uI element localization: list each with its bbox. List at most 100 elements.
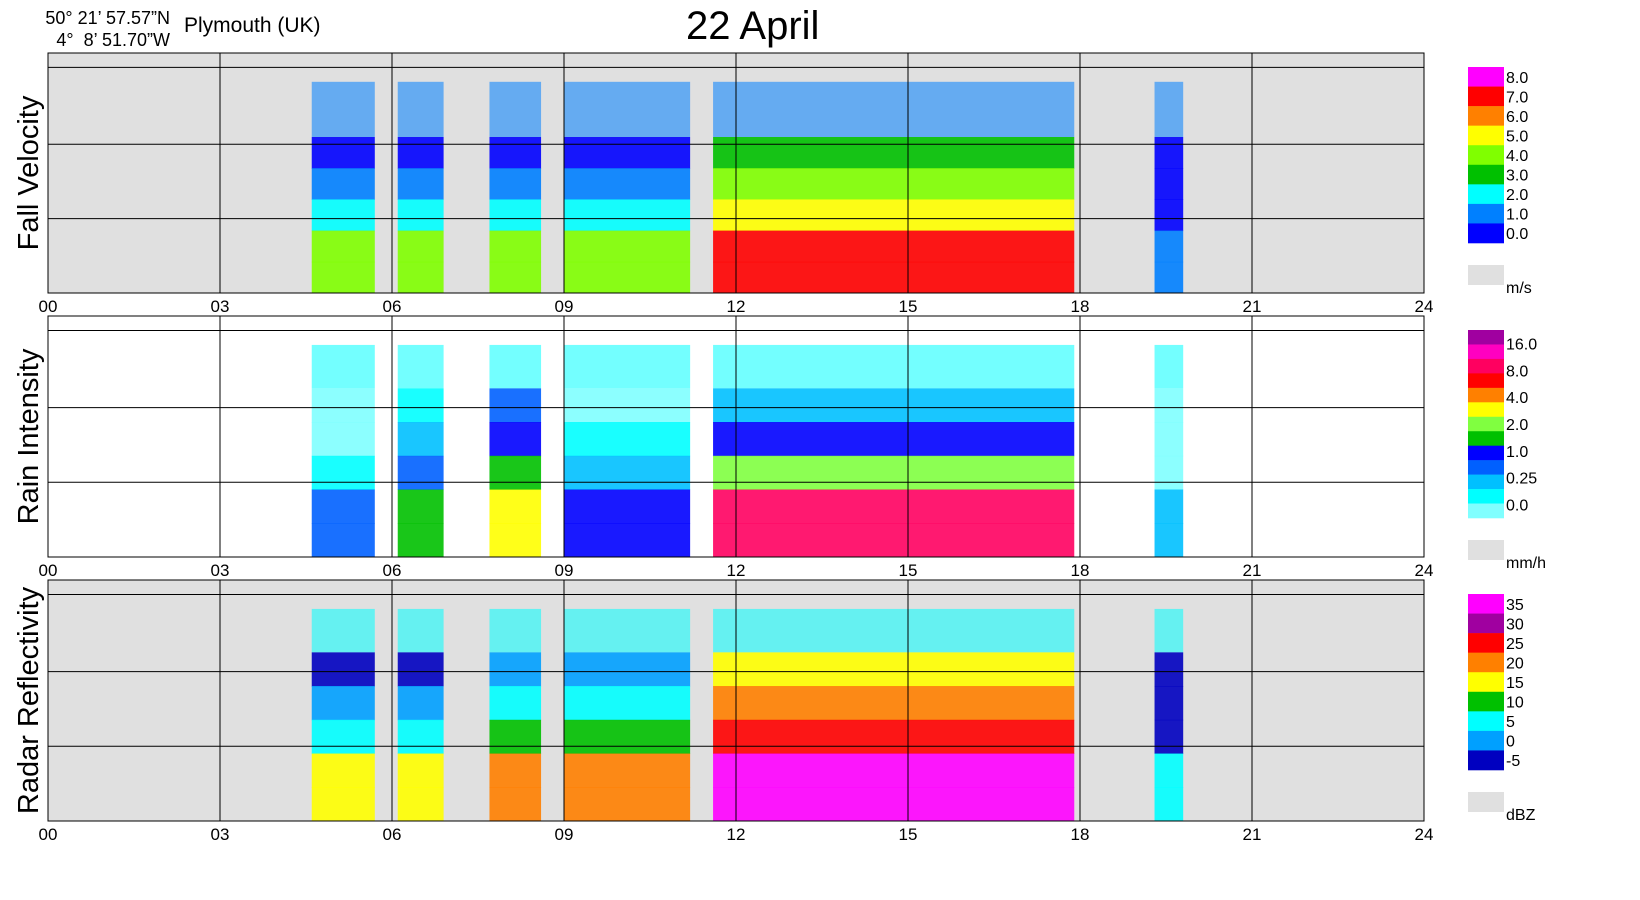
data-cell: [397, 388, 444, 423]
x-tick-label: 18: [1071, 561, 1090, 580]
x-tick-label: 09: [555, 297, 574, 316]
legend-swatch: [1468, 344, 1504, 360]
data-cell: [1154, 388, 1184, 423]
data-cell: [713, 652, 1075, 687]
x-tick-label: 12: [727, 297, 746, 316]
data-cell: [311, 719, 375, 755]
legend-nodata-swatch: [1468, 540, 1504, 560]
legend-label: 8.0: [1506, 363, 1528, 380]
data-cell: [1154, 168, 1184, 200]
data-cell: [489, 168, 542, 200]
data-cell: [311, 608, 375, 653]
legend-swatch: [1468, 711, 1504, 732]
legend-unit: m/s: [1506, 280, 1532, 297]
y-axis-label: Rain Intensity: [13, 348, 45, 524]
data-cell: [713, 719, 1075, 755]
legend-swatch: [1468, 358, 1504, 374]
data-cell: [489, 455, 542, 491]
x-tick-label: 12: [727, 825, 746, 844]
data-cell: [713, 489, 1075, 524]
data-cell: [489, 523, 542, 558]
data-cell: [311, 261, 375, 294]
legend-swatch: [1468, 460, 1504, 475]
legend-label: 4.0: [1506, 148, 1528, 165]
data-cell: [713, 137, 1075, 169]
data-cell: [311, 137, 375, 169]
legend-label: 25: [1506, 636, 1524, 653]
legend-swatch: [1468, 86, 1504, 107]
x-tick-label: 15: [899, 297, 918, 316]
legend-swatch: [1468, 489, 1504, 504]
data-cell: [397, 455, 444, 491]
data-cell: [1154, 261, 1184, 294]
legend-swatch: [1468, 330, 1504, 345]
x-tick-label: 21: [1243, 297, 1262, 316]
data-cell: [564, 719, 691, 755]
x-tick-label: 09: [555, 825, 574, 844]
data-cell: [564, 230, 691, 263]
data-cell: [713, 344, 1075, 389]
data-cell: [397, 523, 444, 558]
data-cell: [1154, 753, 1184, 788]
data-cell: [397, 686, 444, 721]
data-cell: [1154, 686, 1184, 721]
data-cell: [713, 753, 1075, 788]
x-tick-label: 00: [39, 561, 58, 580]
legend-swatch: [1468, 445, 1504, 461]
data-cell: [397, 230, 444, 263]
legend-label: 0.25: [1506, 471, 1537, 488]
x-tick-label: 21: [1243, 561, 1262, 580]
data-cell: [1154, 608, 1184, 653]
data-cell: [564, 652, 691, 687]
x-tick-label: 00: [39, 297, 58, 316]
data-cell: [1154, 652, 1184, 687]
legend-swatch: [1468, 672, 1504, 693]
data-cell: [1154, 230, 1184, 263]
data-cell: [311, 652, 375, 687]
legend-swatch: [1468, 503, 1504, 519]
data-cell: [489, 81, 542, 137]
data-cell: [1154, 199, 1184, 232]
data-cell: [713, 81, 1075, 137]
legend-swatch: [1468, 730, 1504, 751]
data-cell: [713, 608, 1075, 653]
data-cell: [311, 388, 375, 423]
data-cell: [564, 422, 691, 457]
data-cell: [713, 455, 1075, 491]
data-cell: [397, 422, 444, 457]
data-cell: [713, 168, 1075, 200]
legend-label: 2.0: [1506, 417, 1528, 434]
x-tick-label: 21: [1243, 825, 1262, 844]
x-tick-label: 06: [383, 297, 402, 316]
data-cell: [713, 787, 1075, 822]
data-cell: [564, 455, 691, 491]
legend-swatch: [1468, 387, 1504, 403]
data-cell: [1154, 455, 1184, 491]
legend-label: 20: [1506, 655, 1524, 672]
data-cell: [564, 261, 691, 294]
data-cell: [713, 199, 1075, 232]
data-cell: [489, 719, 542, 755]
legend-label: 5: [1506, 714, 1515, 731]
x-tick-label: 00: [39, 825, 58, 844]
legend-label: 7.0: [1506, 89, 1528, 106]
legend-swatch: [1468, 125, 1504, 146]
x-tick-label: 24: [1415, 825, 1434, 844]
y-axis-label: Radar Reflectivity: [13, 586, 45, 814]
legend-label: 16.0: [1506, 336, 1537, 353]
x-tick-label: 03: [211, 297, 230, 316]
data-cell: [564, 608, 691, 653]
data-cell: [311, 753, 375, 788]
legend-label: 0.0: [1506, 498, 1528, 515]
legend-swatch: [1468, 613, 1504, 634]
data-cell: [311, 686, 375, 721]
data-cell: [311, 344, 375, 389]
data-cell: [1154, 719, 1184, 755]
data-cell: [311, 230, 375, 263]
legend-swatch: [1468, 691, 1504, 712]
x-tick-label: 03: [211, 825, 230, 844]
legend-swatch: [1468, 750, 1504, 771]
data-cell: [713, 230, 1075, 263]
data-cell: [489, 199, 542, 232]
legend-label: 6.0: [1506, 109, 1528, 126]
